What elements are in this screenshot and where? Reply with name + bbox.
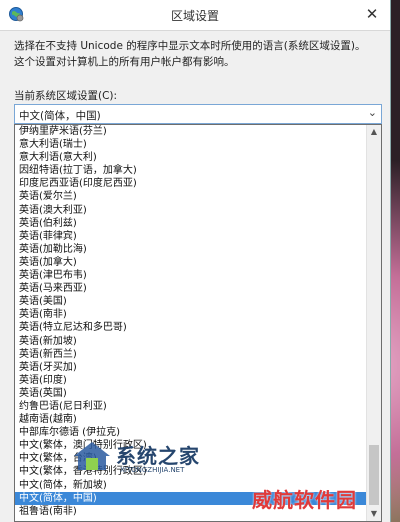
dropdown-option[interactable]: 约鲁巴语(尼日利亚) xyxy=(15,400,367,413)
close-button[interactable]: ✕ xyxy=(354,0,390,28)
locale-label: 当前系统区域设置(C): xyxy=(14,90,118,102)
dropdown-option[interactable]: 英语(印度) xyxy=(15,374,367,387)
window-title: 区域设置 xyxy=(170,9,219,23)
dropdown-option[interactable]: 英语(菲律宾) xyxy=(15,230,367,243)
dropdown-option[interactable]: 英语(牙买加) xyxy=(15,361,367,374)
dropdown-option[interactable]: 中文(繁体，台湾) xyxy=(15,452,367,465)
dropdown-option[interactable]: 英语(加勒比海) xyxy=(15,243,367,256)
scrollbar-thumb[interactable] xyxy=(369,445,379,505)
scroll-up-icon[interactable]: ▲ xyxy=(367,125,381,139)
dropdown-option[interactable]: 意大利语(瑞士) xyxy=(15,138,367,151)
dropdown-option[interactable]: 英语(马来西亚) xyxy=(15,282,367,295)
dropdown-option[interactable]: 英语(英国) xyxy=(15,387,367,400)
title-bar: 区域设置 ✕ xyxy=(0,0,390,31)
chevron-down-icon: ⌄ xyxy=(367,106,377,119)
dropdown-option[interactable]: 英语(美国) xyxy=(15,295,367,308)
option-list: 伊纳里萨米语(芬兰) 意大利语(瑞士) 意大利语(意大利) 因纽特语(拉丁语，加拿大)… xyxy=(15,125,367,518)
dropdown-option[interactable]: 伊纳里萨米语(芬兰) xyxy=(15,125,367,138)
dropdown-option[interactable]: 越南语(越南) xyxy=(15,413,367,426)
watermark-stamp: 威航软件园 xyxy=(252,488,357,512)
dropdown-option[interactable]: 中部库尔德语 (伊拉克) xyxy=(15,426,367,439)
close-icon: ✕ xyxy=(365,5,379,23)
dropdown-option[interactable]: 英语(新西兰) xyxy=(15,348,367,361)
dropdown-option[interactable]: 英语(澳大利亚) xyxy=(15,204,367,217)
region-settings-dialog: 区域设置 ✕ 选择在不支持 Unicode 的程序中显示文本时所使用的语言(系统… xyxy=(0,0,391,522)
locale-selected-value: 中文(简体，中国) xyxy=(19,110,101,122)
scrollbar[interactable]: ▲ ▼ xyxy=(366,125,381,521)
locale-select[interactable]: 中文(简体，中国) ⌄ xyxy=(14,104,382,124)
dropdown-option[interactable]: 印度尼西亚语(印度尼西亚) xyxy=(15,177,367,190)
dropdown-option[interactable]: 英语(伯利兹) xyxy=(15,217,367,230)
dropdown-option[interactable]: 英语(爱尔兰) xyxy=(15,190,367,203)
dropdown-option[interactable]: 英语(南非) xyxy=(15,308,367,321)
dropdown-option[interactable]: 因纽特语(拉丁语，加拿大) xyxy=(15,164,367,177)
dropdown-option[interactable]: 英语(加拿大) xyxy=(15,256,367,269)
scroll-down-icon[interactable]: ▼ xyxy=(367,507,381,521)
dropdown-option[interactable]: 意大利语(意大利) xyxy=(15,151,367,164)
dropdown-option[interactable]: 英语(特立尼达和多巴哥) xyxy=(15,321,367,334)
locale-dropdown-list[interactable]: 伊纳里萨米语(芬兰) 意大利语(瑞士) 意大利语(意大利) 因纽特语(拉丁语，加拿大)… xyxy=(14,124,382,522)
dropdown-option[interactable]: 中文(繁体，澳门特别行政区) xyxy=(15,439,367,452)
description-text: 选择在不支持 Unicode 的程序中显示文本时所使用的语言(系统区域设置)。这… xyxy=(14,40,366,68)
dropdown-option[interactable]: 英语(津巴布韦) xyxy=(15,269,367,282)
dropdown-option[interactable]: 英语(新加坡) xyxy=(15,335,367,348)
dropdown-option[interactable]: 中文(繁体，香港特别行政区) xyxy=(15,465,367,478)
